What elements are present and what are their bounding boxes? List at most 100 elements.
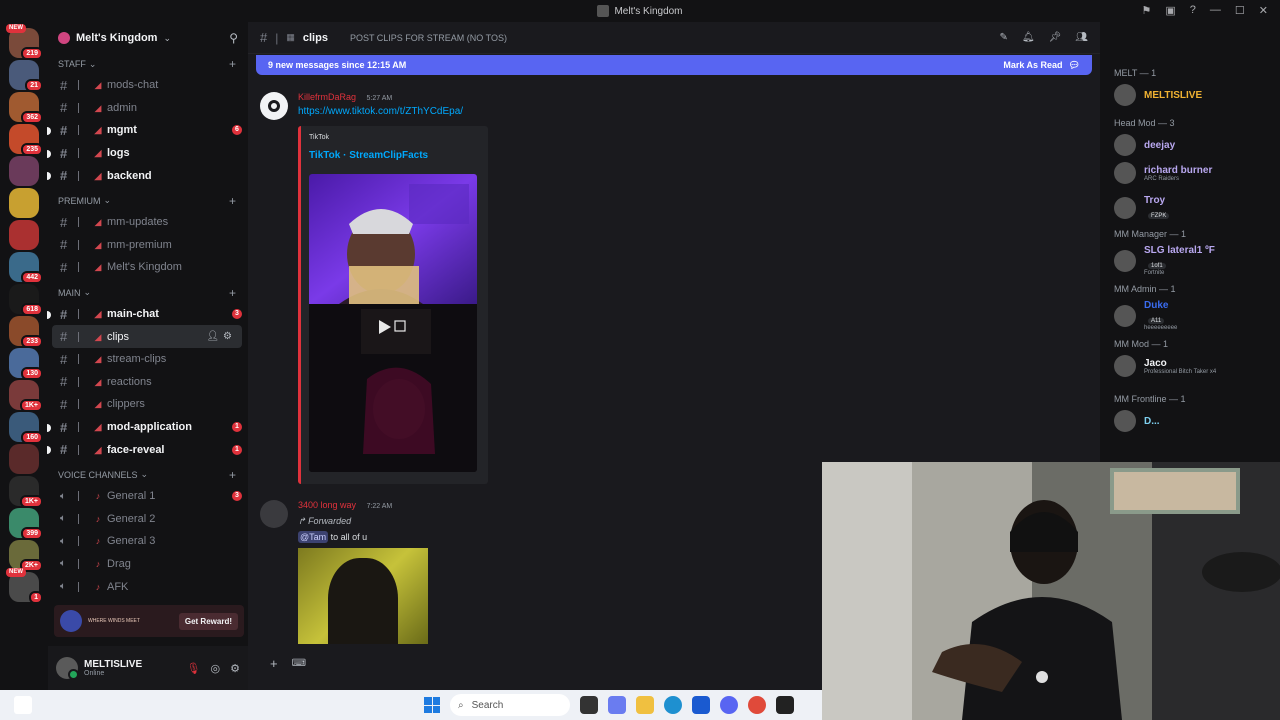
guild-header[interactable]: Melt's Kingdom ⌄ ⚲ (48, 22, 248, 54)
store-icon[interactable] (692, 696, 710, 714)
avatar[interactable] (260, 500, 288, 528)
maximize-button[interactable]: ☐ (1235, 4, 1245, 17)
channel-mods-chat[interactable]: # ◢ mods-chat (48, 74, 248, 97)
server-icon[interactable]: NEW 219 (6, 24, 43, 60)
channel-main-chat[interactable]: # ◢ main-chat 3 (47, 303, 248, 326)
avatar[interactable] (260, 92, 288, 120)
threads-hash-icon[interactable]: # (260, 30, 267, 45)
user-avatar[interactable] (56, 657, 79, 680)
add-channel-icon[interactable]: + (229, 468, 236, 482)
message-link[interactable]: https://www.tiktok.com/t/ZThYCdEpa/ (298, 106, 463, 117)
get-reward-button[interactable]: Get Reward! (178, 612, 238, 630)
channel-general-2[interactable]: 🔈︎ ♪ General 2 (48, 508, 248, 531)
category-voice[interactable]: VOICE CHANNELS ⌄ + (48, 465, 248, 485)
member-item[interactable]: MELTISLIVE (1114, 84, 1202, 106)
channel-admin[interactable]: # ◢ admin (48, 97, 248, 120)
inbox-icon[interactable]: ⚑ (1142, 4, 1152, 17)
server-icon[interactable]: 618 (9, 284, 43, 316)
server-icon[interactable]: 1K+ (9, 380, 43, 412)
embed-video[interactable] (309, 174, 477, 472)
channel-mgmt[interactable]: # ◢ mgmt 6 (47, 119, 248, 142)
discord-icon[interactable] (720, 696, 738, 714)
channel-mod-application[interactable]: # ◢ mod-application 1 (47, 416, 248, 439)
start-button[interactable] (424, 697, 440, 713)
new-messages-bar[interactable]: 9 new messages since 12:15 AM Mark As Re… (256, 55, 1092, 75)
channel-topic[interactable]: POST CLIPS FOR STREAM (NO TOS) (350, 33, 507, 43)
edge-icon[interactable] (664, 696, 682, 714)
promo-banner[interactable]: WHERE WINDS MEET Get Reward! (54, 605, 244, 637)
threads-icon[interactable]: ✎ (1000, 32, 1008, 43)
channel-drag[interactable]: 🔈︎ ♪ Drag (48, 553, 248, 576)
server-icon[interactable]: 362 (9, 92, 43, 124)
slash-commands-icon[interactable]: ⌨ (292, 658, 306, 669)
mic-muted-icon[interactable]: 🎙︎ (187, 662, 201, 675)
server-icon[interactable]: 235 (9, 124, 43, 156)
message-author[interactable]: 3400 long way 7:22 AM (298, 500, 392, 510)
member-item[interactable]: Jaco Professional Bitch Taker x4 (1114, 355, 1216, 377)
channel-face-reveal[interactable]: # ◢ face-reveal 1 (47, 438, 248, 461)
mark-as-read-button[interactable]: Mark As Read (1003, 60, 1062, 70)
widgets-icon[interactable] (14, 696, 32, 714)
server-icon[interactable]: 1K+ (9, 476, 43, 508)
headphones-icon[interactable]: ◎ (211, 662, 221, 675)
server-icon[interactable]: 130 (9, 348, 43, 380)
user-mention[interactable]: @Tam (298, 531, 329, 543)
task-view-icon[interactable] (580, 696, 598, 714)
pin-icon[interactable]: 📌︎ (1049, 32, 1062, 43)
channel-logs[interactable]: # ◢ logs (47, 142, 248, 165)
close-button[interactable]: ✕ (1259, 4, 1268, 17)
server-icon[interactable] (9, 220, 39, 250)
server-icon[interactable]: 2K+ (9, 540, 43, 572)
channel-stream-clips[interactable]: # ◢ stream-clips (48, 348, 248, 371)
message-author[interactable]: KillefrmDaRag 5:27 AM (298, 92, 392, 102)
channel-general-1[interactable]: 🔈︎ ♪ General 1 3 (48, 485, 248, 508)
chrome-icon[interactable] (748, 696, 766, 714)
channel-general-3[interactable]: 🔈︎ ♪ General 3 (48, 530, 248, 553)
add-channel-icon[interactable]: + (229, 286, 236, 300)
file-explorer-icon[interactable] (636, 696, 654, 714)
channel-mm-premium[interactable]: # ◢ mm-premium (48, 234, 248, 257)
member-item[interactable]: Duke A11 heeeeeeeee (1114, 300, 1177, 331)
members-list-icon[interactable]: 👥︎ (1075, 32, 1088, 43)
member-item[interactable]: Troy FZPK (1114, 195, 1170, 220)
channel-reactions[interactable]: # ◢ reactions (48, 371, 248, 394)
server-icon[interactable] (9, 188, 39, 218)
server-icon[interactable] (9, 156, 39, 186)
category-main[interactable]: MAIN ⌄ + (48, 283, 248, 303)
add-channel-icon[interactable]: + (229, 194, 236, 208)
category-staff[interactable]: STAFF ⌄ + (48, 54, 248, 74)
screen-icon[interactable]: ▣ (1165, 4, 1175, 17)
server-icon[interactable]: 442 (9, 252, 43, 284)
channel-clippers[interactable]: # ◢ clippers (48, 393, 248, 416)
server-icon[interactable]: 21 (9, 60, 43, 92)
channel-melt-s-kingdom[interactable]: # ◢ Melt's Kingdom (48, 256, 248, 279)
server-icon[interactable]: 233 (9, 316, 43, 348)
channel-clips[interactable]: # ◢ clips 👤︎⚙ (52, 325, 242, 348)
add-attachment-icon[interactable]: + (270, 656, 278, 671)
member-item[interactable]: SLG lateral1 ºF 1of1 Fortnite (1114, 245, 1215, 276)
member-item[interactable]: richard burner ARC Raiders (1114, 162, 1212, 184)
server-icon[interactable]: NEW 1 (6, 568, 43, 604)
embed-title[interactable]: TikTok · StreamClipFacts (309, 150, 428, 161)
channel-mm-updates[interactable]: # ◢ mm-updates (48, 211, 248, 234)
minimize-button[interactable]: — (1210, 4, 1221, 17)
forwarded-image[interactable] (298, 548, 428, 644)
member-item[interactable]: deejay (1114, 134, 1175, 156)
taskbar-search[interactable]: ⌕ Search (450, 694, 570, 716)
server-icon[interactable]: 399 (9, 508, 43, 540)
category-premium[interactable]: PREMIUM ⌄ + (48, 191, 248, 211)
channel-afk[interactable]: 🔈︎ ♪ AFK (48, 575, 248, 598)
channel-settings-icon[interactable]: 👤︎⚙ (206, 331, 236, 342)
obs-icon[interactable] (776, 696, 794, 714)
speaker-icon: 🔈︎ (60, 490, 66, 502)
bell-icon[interactable]: 🔔︎ (1022, 32, 1035, 43)
copilot-icon[interactable] (608, 696, 626, 714)
channel-backend[interactable]: # ◢ backend (47, 164, 248, 187)
gear-icon[interactable]: ⚙ (230, 662, 240, 675)
server-icon[interactable] (9, 444, 39, 474)
add-channel-icon[interactable]: + (229, 57, 236, 71)
member-item[interactable]: D... (1114, 410, 1160, 432)
invite-people-icon[interactable]: ⚲ (229, 31, 238, 45)
server-icon[interactable]: 160 (9, 412, 43, 444)
help-icon[interactable]: ? (1190, 4, 1196, 17)
